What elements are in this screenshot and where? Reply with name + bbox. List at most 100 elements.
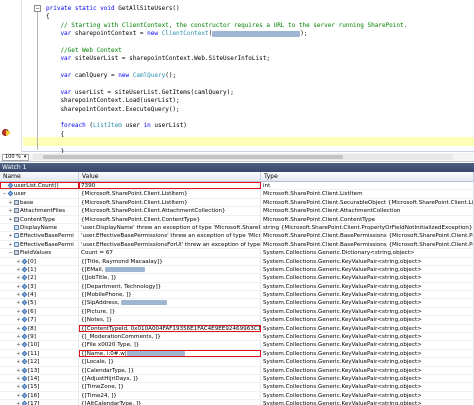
zoom-dropdown[interactable]: 100 % ▾ (2, 153, 30, 161)
watch-value-cell[interactable]: {[AltCalendarType, ]} (79, 400, 261, 405)
watch-name-cell[interactable]: + [2] (0, 274, 79, 282)
watch-name-cell[interactable]: + [4] (0, 291, 79, 299)
code-line[interactable]: var userList = siteUserList.GetItems(cam… (46, 89, 407, 97)
watch-row[interactable]: userList.Count() 7390 int (0, 182, 474, 191)
watch-row[interactable]: + [17] {[AltCalendarType, ]} System.Collect… (0, 400, 474, 405)
code-line[interactable] (46, 139, 407, 147)
watch-value-cell[interactable]: {[MobilePhone, ]} (79, 291, 261, 299)
expand-icon[interactable]: + (8, 207, 13, 214)
watch-value-cell[interactable]: {[TimeZone, ]} (79, 383, 261, 391)
watch-row[interactable]: + [12] {[Locale, ]} System.Collections.Gene… (0, 358, 474, 367)
watch-name-cell[interactable]: + [7] (0, 316, 79, 324)
code-text[interactable]: private static void GetAllSiteUsers(){ /… (46, 5, 407, 156)
watch-value-cell[interactable]: Count = 67 (79, 249, 261, 257)
watch-name-cell[interactable]: + [16] (0, 391, 79, 400)
watch-name-cell[interactable]: + [8] (0, 324, 79, 333)
collapse-icon[interactable]: − (8, 249, 13, 256)
watch-value-cell[interactable]: {[Time24, ]} (79, 391, 261, 400)
expand-icon[interactable]: + (16, 266, 21, 273)
watch-name-cell[interactable]: + [1] (0, 265, 79, 274)
watch-row[interactable]: + [5] {[SipAddress, System.Collections.Gen… (0, 299, 474, 308)
code-line[interactable]: var camlQuery = new CamlQuery(); (46, 72, 407, 80)
expand-icon[interactable]: + (16, 283, 21, 290)
watch-row[interactable]: + [0] {[Title, Raymond Macaalay]} System.Co… (0, 257, 474, 266)
watch-name-cell[interactable]: − user (0, 190, 79, 198)
code-line[interactable]: private static void GetAllSiteUsers() (46, 5, 407, 13)
watch-name-cell[interactable]: + [13] (0, 366, 79, 374)
code-line[interactable]: foreach (ListItem user in userList) (46, 122, 407, 130)
expand-icon[interactable]: + (16, 392, 21, 399)
watch-value-cell[interactable]: 'user.DisplayName' threw an exception of… (79, 223, 261, 232)
watch-name-cell[interactable]: + [14] (0, 374, 79, 383)
watch-name-cell[interactable]: + [15] (0, 383, 79, 391)
watch-row[interactable]: + AttachmentFiles {Microsoft.SharePoint.Cl… (0, 207, 474, 216)
expand-icon[interactable]: + (8, 232, 13, 239)
code-line[interactable] (46, 81, 407, 89)
watch-value-cell[interactable]: {[CalendarType, ]} (79, 366, 261, 374)
watch-name-cell[interactable]: + [11] (0, 349, 79, 358)
watch-row[interactable]: + [10] {[File x0020 Type, ]} System.Collect… (0, 341, 474, 350)
watch-value-cell[interactable]: {[ContentTypeId, 0x010A004FAF19356E1FAC4… (79, 324, 261, 333)
watch-row[interactable]: DisplayName 'user.DisplayName' threw an e… (0, 223, 474, 233)
watch-row[interactable]: + [2] {[JobTitle, ]} System.Collections.Gen… (0, 274, 474, 283)
watch-value-cell[interactable]: {[_ModerationComments, ]} (79, 333, 261, 341)
watch-row[interactable]: + [14] {[AdjustHijriDays, ]} System.Collect… (0, 374, 474, 384)
expand-icon[interactable]: + (16, 299, 21, 306)
expand-icon[interactable]: + (16, 383, 21, 390)
watch-name-cell[interactable]: + [6] (0, 307, 79, 316)
watch-row[interactable]: − user {Microsoft.SharePoint.Client.ListIt… (0, 190, 474, 199)
code-line[interactable]: // Starting with ClientContext, the cons… (46, 22, 407, 30)
code-line[interactable] (46, 39, 407, 47)
collapse-icon[interactable]: − (34, 5, 41, 12)
watch-value-cell[interactable]: {[Picture, ]} (79, 307, 261, 316)
watch-row[interactable]: + [7] {[Notes, ]} System.Collections.Generi… (0, 316, 474, 325)
expand-icon[interactable]: + (16, 400, 21, 405)
watch-value-cell[interactable]: {Microsoft.SharePoint.Client.ContentType… (79, 215, 261, 223)
code-line[interactable]: sharepointContext.ExecuteQuery(); (46, 106, 407, 114)
watch-value-cell[interactable]: {[JobTitle, ]} (79, 274, 261, 282)
scrollbar-thumb[interactable] (43, 155, 344, 159)
watch-name-cell[interactable]: DisplayName (0, 223, 79, 232)
watch-name-cell[interactable]: + EffectiveBasePermi (0, 240, 79, 249)
expand-icon[interactable]: + (16, 341, 21, 348)
watch-value-cell[interactable]: {[Locale, ]} (79, 358, 261, 366)
watch-value-cell[interactable]: {Microsoft.SharePoint.Client.ListItem} (79, 190, 261, 198)
watch-name-cell[interactable]: + [12] (0, 358, 79, 366)
watch-name-cell[interactable]: + [9] (0, 333, 79, 341)
expand-icon[interactable]: + (16, 258, 21, 265)
watch-value-cell[interactable]: 7390 (79, 182, 261, 190)
code-line[interactable]: var sharepointContext = new ClientContex… (46, 30, 407, 38)
watch-row[interactable]: + [8] {[ContentTypeId, 0x010A004FAF19356E1… (0, 324, 474, 334)
watch-value-cell[interactable]: {[SipAddress, (79, 299, 261, 307)
watch-row[interactable]: + [11] {[Name, i:0#.w| System.Collections.G… (0, 349, 474, 359)
collapse-icon[interactable]: − (2, 190, 7, 197)
code-line[interactable] (46, 114, 407, 122)
column-header-name[interactable]: Name (0, 172, 79, 181)
watch-row[interactable]: − FieldValues Count = 67 System.Collections… (0, 249, 474, 258)
watch-value-cell[interactable]: {[File x0020 Type, ]} (79, 341, 261, 349)
column-header-type[interactable]: Type (261, 172, 474, 181)
watch-row[interactable]: + [16] {[Time24, ]} System.Collections.Gene… (0, 391, 474, 401)
watch-value-cell[interactable]: {[Name, i:0#.w| (79, 349, 261, 358)
watch-name-cell[interactable]: + [3] (0, 282, 79, 291)
code-line[interactable]: { (46, 13, 407, 21)
watch-row[interactable]: + [9] {[_ModerationComments, ]} System.Coll… (0, 333, 474, 342)
expand-icon[interactable]: + (16, 274, 21, 281)
expand-icon[interactable]: + (8, 199, 13, 206)
watch-name-cell[interactable]: − FieldValues (0, 249, 79, 257)
expand-icon[interactable]: + (16, 325, 21, 332)
expand-icon[interactable]: + (8, 216, 13, 223)
watch-name-cell[interactable]: + [10] (0, 341, 79, 349)
watch-name-cell[interactable]: + [5] (0, 299, 79, 307)
code-line[interactable] (46, 64, 407, 72)
horizontal-scrollbar[interactable] (33, 154, 454, 160)
watch-row[interactable]: + ContentType {Microsoft.SharePoint.Client… (0, 215, 474, 224)
expand-icon[interactable]: + (16, 291, 21, 298)
expand-icon[interactable]: + (16, 367, 21, 374)
watch-row[interactable]: + [6] {[Picture, ]} System.Collections.Gene… (0, 307, 474, 317)
watch-value-cell[interactable]: {Microsoft.SharePoint.Client.ListItem} (79, 198, 261, 207)
watch-title[interactable]: Watch 1 (0, 163, 474, 172)
watch-name-cell[interactable]: + [17] (0, 400, 79, 405)
expand-icon[interactable]: + (16, 308, 21, 315)
watch-name-cell[interactable]: + [0] (0, 257, 79, 265)
